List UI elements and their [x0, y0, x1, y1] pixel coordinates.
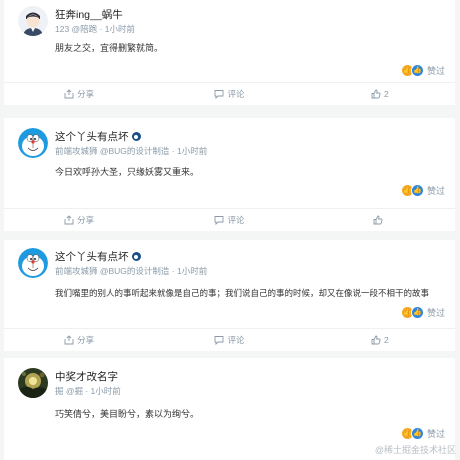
author-name-text: 这个丫头有点坏: [55, 251, 129, 263]
like-button[interactable]: 2: [305, 83, 455, 105]
like-summary[interactable]: 👍 👍 赞过: [400, 64, 445, 77]
author-meta: 前端攻城狮 @BUG的设计制造 · 1小时前: [55, 266, 208, 276]
liker-avatars: 👍 👍: [400, 427, 424, 440]
share-button[interactable]: 分享: [4, 329, 154, 351]
author-name-text: 这个丫头有点坏: [55, 131, 129, 143]
liker-avatars: 👍 👍: [400, 306, 424, 319]
share-label: 分享: [77, 215, 95, 225]
liker-avatars: 👍 👍: [400, 184, 424, 197]
author-name[interactable]: 中奖才改名字: [55, 369, 118, 384]
author-meta: 前端攻城狮 @BUG的设计制造 · 1小时前: [55, 146, 208, 156]
comment-text: 巧笑倩兮，美目盼兮，素以为绚兮。: [55, 409, 200, 419]
author-name[interactable]: 狂奔ing__蜗牛: [55, 7, 123, 22]
author-meta: 掘 @掘 · 1小时前: [55, 386, 121, 396]
share-label: 分享: [77, 89, 95, 99]
verified-badge-icon: [131, 132, 141, 141]
doraemon-avatar-icon: [18, 128, 48, 158]
action-bar: 分享 评论: [4, 208, 455, 231]
verified-badge-icon: [131, 252, 141, 261]
like-summary[interactable]: 👍 👍 赞过: [400, 427, 445, 440]
share-button[interactable]: 分享: [4, 209, 154, 231]
comment-card: 这个丫头有点坏 前端攻城狮 @BUG的设计制造 · 1小时前 我们嘴里的别人的事…: [4, 240, 455, 351]
liker-avatars: 👍 👍: [400, 64, 424, 77]
comment-label: 评论: [227, 335, 245, 345]
like-button[interactable]: 2: [305, 329, 455, 351]
comment-button[interactable]: 评论: [154, 83, 304, 105]
author-name[interactable]: 这个丫头有点坏: [55, 249, 141, 264]
like-count: 2: [383, 89, 389, 99]
avatar[interactable]: [18, 248, 48, 278]
share-icon: [64, 335, 74, 345]
comment-icon: [215, 216, 224, 225]
comment-button[interactable]: 评论: [154, 329, 304, 351]
like-summary[interactable]: 👍 👍 赞过: [400, 184, 445, 197]
landscape-avatar-icon: [18, 368, 48, 398]
comment-card: 狂奔ing__蜗牛 123 @陪跑 · 1小时前 朋友之交，宜得删繁就简。 👍 …: [4, 0, 455, 105]
author-name[interactable]: 这个丫头有点坏: [55, 129, 141, 144]
comment-card: 这个丫头有点坏 前端攻城狮 @BUG的设计制造 · 1小时前 今日欢呼孙大圣，只…: [4, 118, 455, 231]
like-button[interactable]: [305, 209, 455, 231]
comment-text: 我们嘴里的别人的事听起来就像是自己的事；我们说自己的事的时候，却又在像说一段不相…: [55, 288, 430, 298]
comment-icon: [215, 336, 224, 345]
watermark: @稀土掘金技术社区: [374, 445, 456, 455]
comment-icon: [215, 90, 224, 99]
author-meta: 123 @陪跑 · 1小时前: [55, 24, 135, 34]
avatar[interactable]: [18, 128, 48, 158]
thumbs-up-icon: 👍: [410, 306, 424, 319]
liked-label: 赞过: [426, 66, 445, 76]
comment-label: 评论: [227, 89, 245, 99]
like-count: 2: [383, 335, 389, 345]
thumbs-up-icon: 👍: [410, 427, 424, 440]
thumbs-up-icon: [371, 335, 381, 345]
comment-text: 朋友之交，宜得删繁就简。: [55, 43, 164, 53]
share-label: 分享: [77, 335, 95, 345]
avatar[interactable]: [18, 6, 48, 36]
thumbs-up-icon: 👍: [410, 64, 424, 77]
liked-label: 赞过: [426, 308, 445, 318]
thumbs-up-icon: [373, 215, 383, 225]
comment-label: 评论: [227, 215, 245, 225]
thumbs-up-icon: 👍: [410, 184, 424, 197]
action-bar: 分享 评论 2: [4, 82, 455, 105]
avatar[interactable]: [18, 368, 48, 398]
share-button[interactable]: 分享: [4, 83, 154, 105]
liked-label: 赞过: [426, 429, 445, 439]
share-icon: [64, 89, 74, 99]
share-icon: [64, 215, 74, 225]
liked-label: 赞过: [426, 186, 445, 196]
cartoon-man-avatar-icon: [18, 6, 48, 36]
comment-text: 今日欢呼孙大圣，只缘妖雾又重来。: [55, 167, 200, 177]
action-bar: 分享 评论 2: [4, 328, 455, 351]
like-summary[interactable]: 👍 👍 赞过: [400, 306, 445, 319]
thumbs-up-icon: [371, 89, 381, 99]
doraemon-avatar-icon: [18, 248, 48, 278]
comment-button[interactable]: 评论: [154, 209, 304, 231]
